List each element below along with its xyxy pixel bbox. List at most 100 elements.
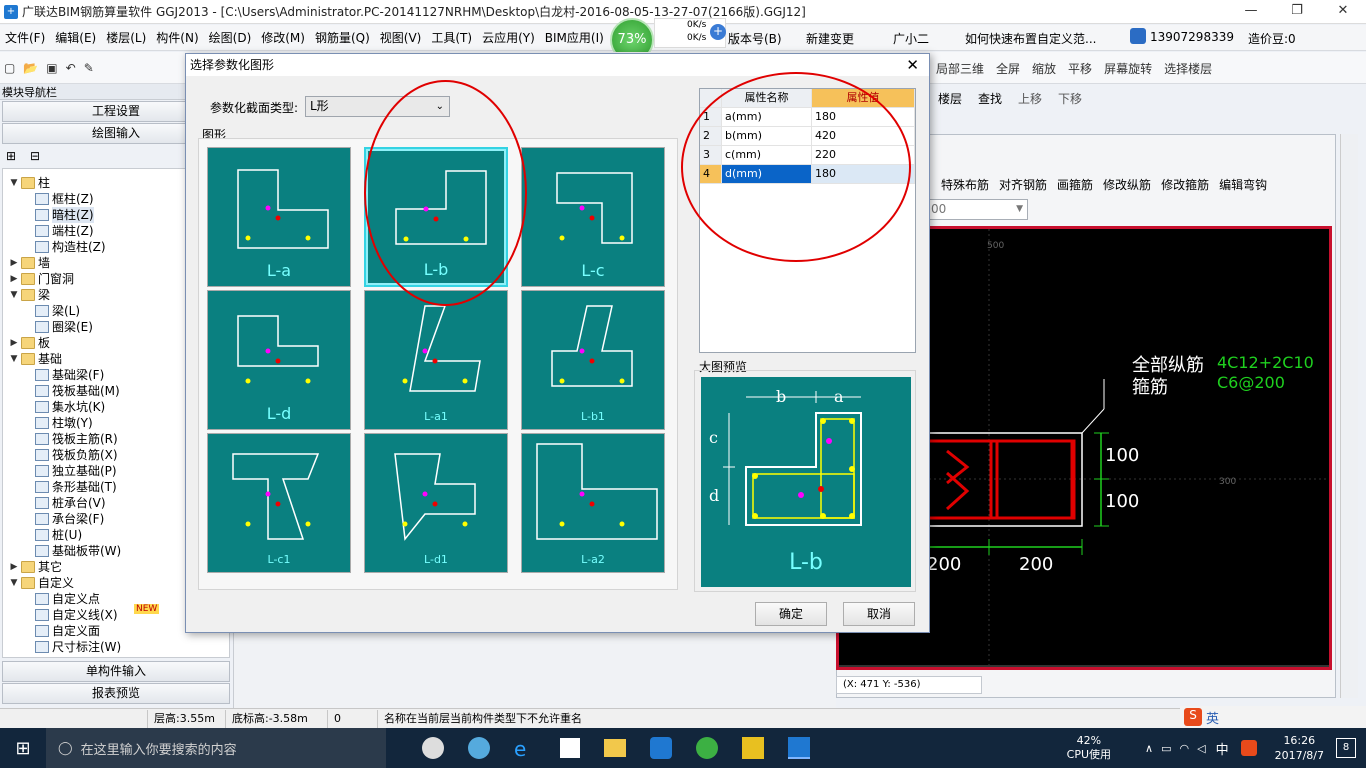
zoom-button[interactable]: 缩放 <box>1026 60 1062 77</box>
new-file-icon[interactable]: ▢ <box>0 61 19 75</box>
scale-combo[interactable]: 00 ▼ <box>924 199 1028 220</box>
shape-tile[interactable]: L-d <box>207 290 351 430</box>
ggj-app-icon[interactable] <box>788 737 810 759</box>
tree-collapse-all-icon[interactable]: ⊟ <box>30 149 40 163</box>
collapse-icon[interactable]: ▼ <box>9 575 19 591</box>
menu-version[interactable]: 版本号(B) <box>728 30 782 47</box>
fullscreen-button[interactable]: 全屏 <box>990 60 1026 77</box>
shape-tile[interactable]: L-a <box>207 147 351 287</box>
menu-floor[interactable]: 楼层(L) <box>101 29 151 46</box>
cpu-percent: 42% <box>1076 734 1102 747</box>
undo-icon[interactable]: ↶ <box>62 61 80 75</box>
browser-360-icon[interactable] <box>696 737 718 759</box>
menu-modify[interactable]: 修改(M) <box>256 29 310 46</box>
tree-node[interactable]: 尺寸标注(W) <box>3 639 229 655</box>
shape-tile-label: L-d <box>266 404 292 423</box>
glodon-app-icon[interactable] <box>468 737 490 759</box>
store-icon[interactable] <box>560 738 580 758</box>
user-phone[interactable]: 13907298339 <box>1150 30 1234 44</box>
align-rebar-button[interactable]: 对齐钢筋 <box>994 176 1052 193</box>
tree-node-label: 条形基础(T) <box>52 480 117 494</box>
open-file-icon[interactable]: 📂 <box>19 61 42 75</box>
menu-bim[interactable]: BIM应用(I) <box>540 29 609 46</box>
view-toolbar: 局部三维 全屏 缩放 平移 屏幕旋转 选择楼层 <box>930 60 1218 77</box>
collapse-icon[interactable]: ▼ <box>9 287 19 303</box>
status-cell <box>0 709 148 728</box>
shape-tile[interactable]: L-a2 <box>521 433 665 573</box>
ime-mode[interactable]: 英 <box>1206 708 1219 727</box>
file-explorer-icon[interactable] <box>604 739 626 757</box>
component-icon <box>35 369 49 381</box>
menu-rebar-qty[interactable]: 钢筋量(Q) <box>310 29 375 46</box>
edge-icon[interactable]: e <box>514 737 536 761</box>
shape-tile[interactable]: L-d1 <box>364 433 508 573</box>
menu-draw[interactable]: 绘图(D) <box>204 29 257 46</box>
fan-app-icon[interactable] <box>422 737 444 759</box>
expand-icon[interactable]: ▶ <box>9 559 19 575</box>
draw-stirrup-button[interactable]: 画箍筋 <box>1052 176 1098 193</box>
modify-long-rebar-button[interactable]: 修改纵筋 <box>1098 176 1156 193</box>
restore-button[interactable]: ❐ <box>1274 0 1320 24</box>
edit-hook-button[interactable]: 编辑弯钩 <box>1214 176 1272 193</box>
menu-component[interactable]: 构件(N) <box>151 29 203 46</box>
folder-icon <box>21 257 35 269</box>
shape-tile[interactable]: L-a1 <box>364 290 508 430</box>
network-icon[interactable]: ▭ <box>1161 742 1171 755</box>
expand-icon[interactable]: ▶ <box>9 255 19 271</box>
move-up-button[interactable]: 上移 <box>1010 90 1050 107</box>
shape-tile[interactable]: L-b1 <box>521 290 665 430</box>
local-3d-button[interactable]: 局部三维 <box>930 60 990 77</box>
right-scrollbar[interactable] <box>1340 134 1358 698</box>
select-floor-button[interactable]: 选择楼层 <box>1158 60 1218 77</box>
menu-file[interactable]: 文件(F) <box>0 29 50 46</box>
speedup-icon[interactable]: + <box>710 24 726 40</box>
tree-node-label: 自定义 <box>38 576 75 590</box>
tray-chevron-icon[interactable]: ∧ <box>1145 742 1153 755</box>
minimize-button[interactable]: — <box>1228 0 1274 24</box>
draw-icon[interactable]: ✎ <box>80 61 98 75</box>
menu-cloud[interactable]: 云应用(Y) <box>477 29 540 46</box>
single-component-input-button[interactable]: 单构件输入 <box>2 661 230 682</box>
notes-app-icon[interactable] <box>742 737 764 759</box>
move-down-button[interactable]: 下移 <box>1050 90 1090 107</box>
menu-view[interactable]: 视图(V) <box>375 29 427 46</box>
find-button[interactable]: 查找 <box>970 90 1010 107</box>
dialog-close-icon[interactable]: ✕ <box>906 56 919 74</box>
menu-assistant[interactable]: 广小二 <box>893 30 929 47</box>
windows-start-icon[interactable]: ⊞ <box>0 738 46 759</box>
windows-taskbar: ⊞ ◯ 在这里输入你要搜索的内容 e 42% CPU使用 ∧ ▭ ◠ ◁ 中 1… <box>0 728 1366 768</box>
component-icon <box>35 433 49 445</box>
volume-icon[interactable]: ◁ <box>1197 742 1205 755</box>
collapse-icon[interactable]: ▼ <box>9 351 19 367</box>
save-icon[interactable]: ▣ <box>42 61 61 75</box>
menu-edit[interactable]: 编辑(E) <box>50 29 101 46</box>
special-rebar-button[interactable]: 特殊布筋 <box>936 176 994 193</box>
pan-button[interactable]: 平移 <box>1062 60 1098 77</box>
g-app-icon[interactable] <box>650 737 672 759</box>
report-preview-button[interactable]: 报表预览 <box>2 683 230 704</box>
wifi-icon[interactable]: ◠ <box>1180 742 1190 755</box>
modify-stirrup-button[interactable]: 修改箍筋 <box>1156 176 1214 193</box>
shape-tile[interactable]: L-c <box>521 147 665 287</box>
tree-expand-all-icon[interactable]: ⊞ <box>6 149 16 163</box>
shape-tile[interactable]: L-c1 <box>207 433 351 573</box>
sogou-tray-icon[interactable] <box>1240 740 1257 756</box>
menu-tools[interactable]: 工具(T) <box>426 29 477 46</box>
clock[interactable]: 16:26 2017/8/7 <box>1275 733 1324 763</box>
center-dot <box>818 486 824 492</box>
search-box[interactable]: ◯ 在这里输入你要搜索的内容 <box>46 728 386 768</box>
component-icon <box>35 417 49 429</box>
close-button[interactable]: ✕ <box>1320 0 1366 24</box>
menu-new-change[interactable]: 新建变更 <box>806 30 854 47</box>
cancel-button[interactable]: 取消 <box>843 602 915 626</box>
expand-icon[interactable]: ▶ <box>9 335 19 351</box>
sogou-icon[interactable]: S <box>1184 708 1202 726</box>
help-link[interactable]: 如何快速布置自定义范... <box>965 30 1096 47</box>
collapse-icon[interactable]: ▼ <box>9 175 19 191</box>
notification-icon[interactable]: 8 <box>1336 738 1356 758</box>
ime-indicator[interactable]: 中 <box>1216 739 1229 758</box>
expand-icon[interactable]: ▶ <box>9 271 19 287</box>
floor-button[interactable]: 楼层 <box>930 90 970 107</box>
rotate-button[interactable]: 屏幕旋转 <box>1098 60 1158 77</box>
ok-button[interactable]: 确定 <box>755 602 827 626</box>
